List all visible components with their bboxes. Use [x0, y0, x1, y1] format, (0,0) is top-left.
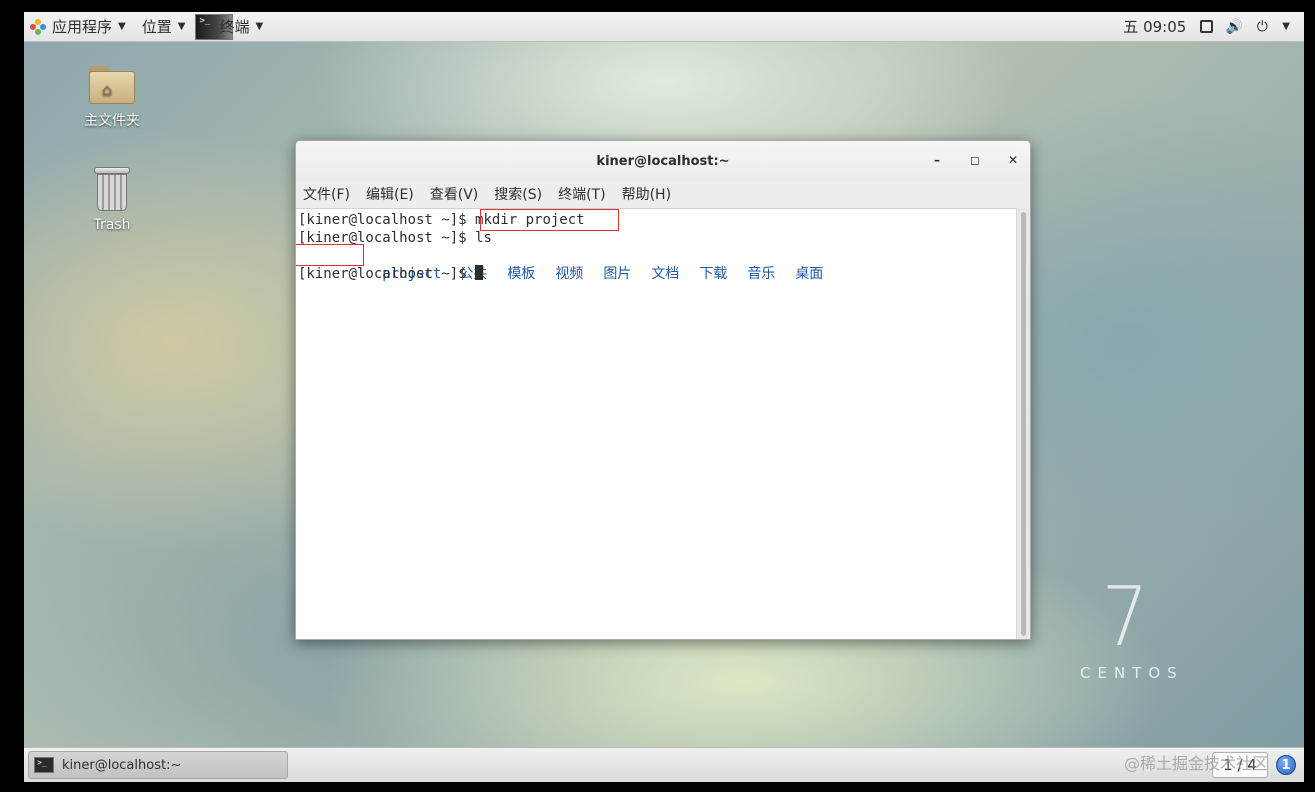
trash-icon [93, 167, 131, 211]
terminal-app-menu[interactable]: >_ 终端 ▼ [195, 12, 273, 42]
clock[interactable]: 五 09:05 [1123, 16, 1186, 37]
prompt: [kiner@localhost ~]$ [298, 212, 476, 228]
applications-label: 应用程序 [52, 18, 113, 36]
chevron-down-icon: ▼ [255, 21, 264, 32]
places-menu[interactable]: 位置 ▼ [136, 12, 196, 42]
menu-view[interactable]: 查看(V) [430, 184, 479, 204]
highlight-box [296, 244, 364, 266]
window-titlebar[interactable]: kiner@localhost:~ – ◻ ✕ [296, 141, 1030, 181]
status-area: 五 09:05 🔊 ⏻ ▼ [1123, 16, 1304, 37]
places-label: 位置 [141, 18, 172, 36]
terminal-icon: >_ [34, 757, 54, 773]
scrollbar-thumb[interactable] [1021, 212, 1026, 636]
command-text: ls [475, 230, 492, 246]
window-switch-icon[interactable] [1198, 19, 1214, 35]
centos-logo-word: CENTOS [1080, 664, 1184, 682]
menu-edit[interactable]: 编辑(E) [366, 184, 414, 204]
ls-output-line: project 公共 模板 视频 图片 文档 下载 音乐 桌面 [296, 244, 1018, 282]
top-panel: 应用程序 ▼ 位置 ▼ >_ 终端 ▼ 五 09:05 🔊 ⏻ ▼ [24, 12, 1304, 42]
highlight-box [480, 209, 619, 231]
applications-menu[interactable]: 应用程序 ▼ [24, 12, 136, 42]
watermark: @稀土掘金技术社区 [1124, 754, 1269, 773]
terminal-line: [kiner@localhost ~]$ ls [298, 229, 1018, 247]
menu-search[interactable]: 搜索(S) [494, 184, 542, 204]
desktop-icon-label: 主文件夹 [84, 113, 140, 129]
bottom-panel: >_ kiner@localhost:~ 1 / 4 1 [24, 747, 1304, 782]
desktop-icon-trash[interactable]: Trash [67, 167, 157, 233]
taskbar-window-item[interactable]: >_ kiner@localhost:~ [28, 751, 288, 779]
desktop-icon-label: Trash [93, 217, 131, 233]
terminal-line: [kiner@localhost ~]$ [298, 265, 1018, 283]
chevron-down-icon: ▼ [118, 21, 126, 32]
notification-icon[interactable]: 1 [1276, 755, 1296, 775]
desktop-icon-home[interactable]: ⌂ 主文件夹 [67, 66, 157, 130]
menu-terminal[interactable]: 终端(T) [558, 184, 605, 204]
home-folder-icon: ⌂ [89, 66, 135, 104]
screen: 应用程序 ▼ 位置 ▼ >_ 终端 ▼ 五 09:05 🔊 ⏻ ▼ ⌂ 主文件夹 [24, 12, 1304, 782]
window-menubar: 文件(F) 编辑(E) 查看(V) 搜索(S) 终端(T) 帮助(H) [296, 181, 1030, 207]
terminal-scrollbar[interactable] [1016, 208, 1030, 639]
chevron-down-icon: ▼ [177, 21, 186, 32]
desktop: ⌂ 主文件夹 Trash 7 CENTOS kiner@localhost:~ … [24, 42, 1304, 747]
menu-help[interactable]: 帮助(H) [622, 184, 671, 204]
maximize-button[interactable]: ◻ [966, 151, 984, 169]
chevron-down-icon[interactable]: ▼ [1282, 21, 1290, 32]
volume-icon[interactable]: 🔊 [1226, 19, 1243, 35]
terminal-output[interactable]: [kiner@localhost ~]$ mkdir project [kine… [296, 208, 1018, 639]
power-icon[interactable]: ⏻ [1254, 19, 1270, 35]
close-button[interactable]: ✕ [1004, 151, 1022, 169]
centos-logo-number: 7 [1101, 570, 1149, 665]
prompt: [kiner@localhost ~]$ [298, 266, 476, 282]
menu-file[interactable]: 文件(F) [303, 184, 350, 204]
minimize-button[interactable]: – [928, 151, 946, 169]
text-cursor [475, 265, 484, 280]
taskbar-window-label: kiner@localhost:~ [62, 757, 182, 773]
terminal-app-label: 终端 [219, 18, 250, 36]
applications-icon [30, 18, 46, 35]
terminal-line: [kiner@localhost ~]$ mkdir project [298, 209, 1018, 231]
window-title: kiner@localhost:~ [596, 153, 730, 169]
terminal-window[interactable]: kiner@localhost:~ – ◻ ✕ 文件(F) 编辑(E) 查看(V… [295, 140, 1031, 640]
